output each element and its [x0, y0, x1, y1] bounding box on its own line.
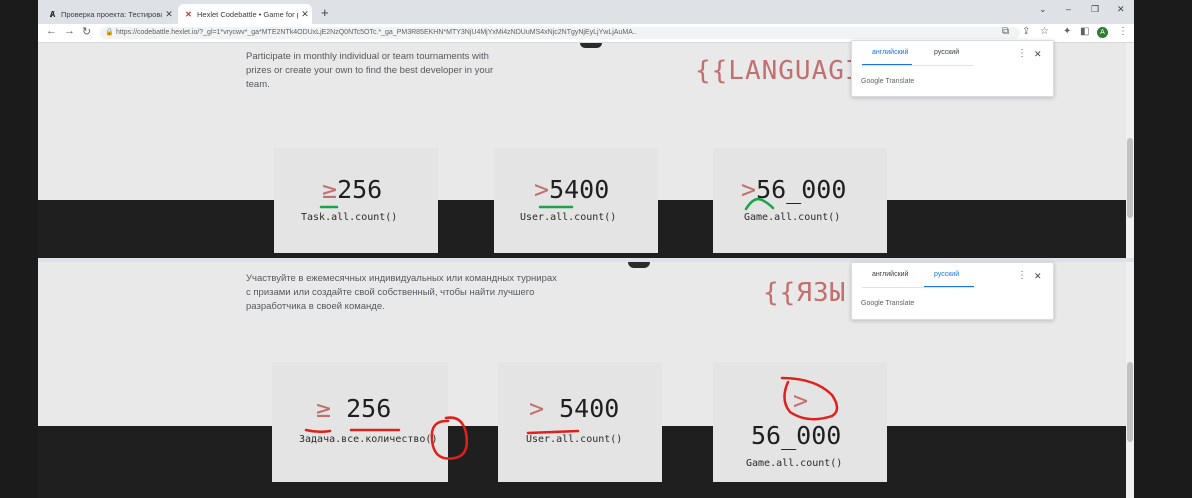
translate-lang-from[interactable]: английский [872, 271, 908, 278]
brand-google: Google [861, 300, 884, 307]
google-translate-brand: Google Translate [861, 300, 914, 307]
red-underline-mark [526, 429, 580, 435]
red-circle-mark [780, 376, 839, 421]
translate-close-icon[interactable]: ✕ [1034, 271, 1042, 282]
brand-translate: Translate [885, 300, 915, 307]
translate-popup: английский русский ⋮ ✕ Google Translate [851, 262, 1054, 320]
red-underline-mark [304, 428, 332, 434]
divider [862, 287, 974, 288]
translate-lang-to[interactable]: русский [934, 271, 959, 278]
translate-menu-icon[interactable]: ⋮ [1017, 270, 1027, 281]
red-circle-mark [430, 416, 469, 460]
annotation-overlay-bottom [304, 376, 839, 460]
